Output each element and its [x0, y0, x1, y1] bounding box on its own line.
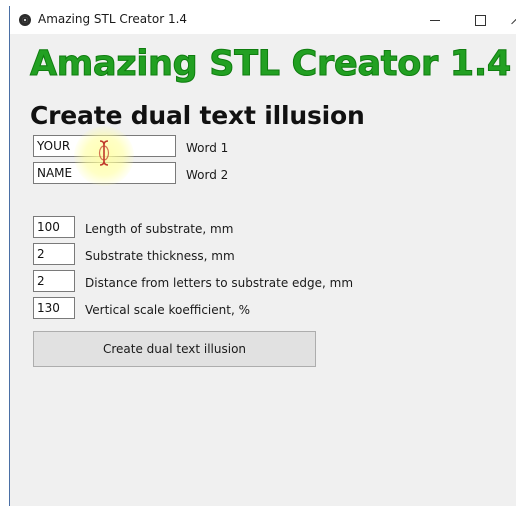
substrate-length-label: Length of substrate, mm	[85, 222, 234, 236]
vertical-scale-label: Vertical scale koefficient, %	[85, 303, 250, 317]
edge-distance-label: Distance from letters to substrate edge,…	[85, 276, 354, 290]
minimize-icon[interactable]	[412, 6, 458, 34]
vertical-scale-input[interactable]	[33, 297, 75, 319]
maximize-icon[interactable]	[458, 6, 504, 34]
word-1-input[interactable]	[33, 135, 176, 157]
substrate-thickness-label: Substrate thickness, mm	[85, 249, 235, 263]
substrate-thickness-input[interactable]	[33, 243, 75, 265]
app-window: Amazing STL Creator 1.4 Amazing STL Crea…	[9, 6, 516, 506]
word-1-label: Word 1	[186, 141, 229, 155]
substrate-length-input[interactable]	[33, 216, 75, 238]
word-2-input[interactable]	[33, 162, 176, 184]
edge-distance-input[interactable]	[33, 270, 75, 292]
app-icon	[19, 14, 31, 26]
close-icon[interactable]	[504, 6, 516, 34]
window-title: Amazing STL Creator 1.4	[38, 12, 188, 26]
create-illusion-button[interactable]: Create dual text illusion	[33, 331, 316, 367]
word-2-label: Word 2	[186, 168, 229, 182]
title-bar[interactable]: Amazing STL Creator 1.4	[10, 6, 516, 34]
section-heading: Create dual text illusion	[30, 101, 365, 130]
app-heading: Amazing STL Creator 1.4	[30, 44, 512, 85]
